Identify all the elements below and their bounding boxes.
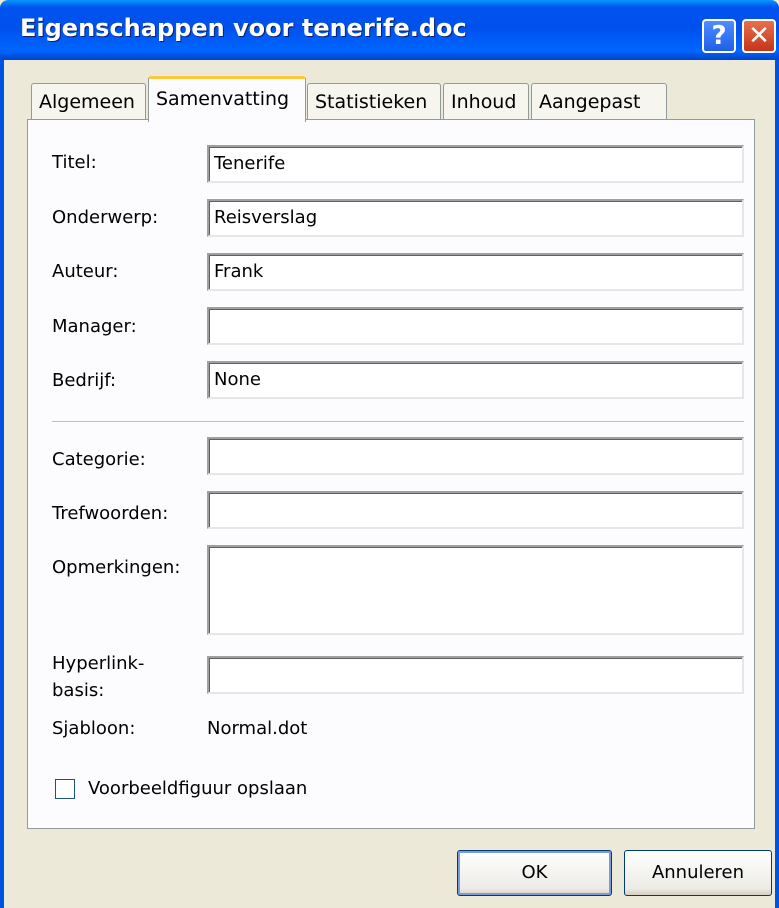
save-thumbnail-checkbox[interactable]	[55, 779, 75, 799]
window-title: Eigenschappen voor tenerife.doc	[20, 14, 467, 42]
comments-textarea[interactable]	[207, 545, 744, 635]
ok-button[interactable]: OK	[457, 850, 612, 896]
properties-dialog: Eigenschappen voor tenerife.doc ? ✕ Alge…	[0, 0, 779, 908]
hyperlink-base-label-line1: Hyperlink-	[52, 653, 145, 674]
keywords-label: Trefwoorden:	[52, 503, 169, 524]
subject-field[interactable]: Reisverslag	[207, 199, 744, 237]
keywords-field[interactable]	[207, 491, 744, 529]
tab-inhoud[interactable]: Inhoud	[443, 83, 529, 119]
tab-algemeen[interactable]: Algemeen	[31, 83, 146, 119]
title-field[interactable]: Tenerife	[207, 145, 744, 183]
title-label: Titel:	[52, 152, 97, 173]
window-frame-left	[0, 60, 4, 908]
save-thumbnail-label[interactable]: Voorbeeldfiguur opslaan	[88, 778, 307, 799]
close-icon: ✕	[748, 21, 770, 51]
template-value: Normal.dot	[207, 718, 308, 739]
company-field[interactable]: None	[207, 361, 744, 399]
company-label: Bedrijf:	[52, 370, 117, 391]
cancel-button[interactable]: Annuleren	[624, 850, 772, 896]
hyperlink-base-label-line2: basis:	[52, 680, 105, 701]
tab-label: Statistieken	[315, 91, 428, 113]
manager-label: Manager:	[52, 316, 137, 337]
hyperlink-base-field[interactable]	[207, 656, 744, 694]
tab-label: Inhoud	[451, 91, 517, 113]
manager-field[interactable]	[207, 307, 744, 345]
author-field[interactable]: Frank	[207, 253, 744, 291]
comments-label: Opmerkingen:	[52, 557, 181, 578]
section-divider	[52, 421, 744, 423]
subject-label: Onderwerp:	[52, 207, 159, 228]
help-icon: ?	[711, 21, 727, 51]
template-label: Sjabloon:	[52, 718, 136, 739]
category-label: Categorie:	[52, 449, 146, 470]
tab-label: Aangepast	[539, 91, 641, 113]
help-button[interactable]: ?	[702, 19, 736, 53]
tab-label: Algemeen	[39, 91, 135, 113]
close-button[interactable]: ✕	[742, 19, 776, 53]
tab-statistieken[interactable]: Statistieken	[307, 83, 441, 119]
title-bar[interactable]: Eigenschappen voor tenerife.doc ? ✕	[0, 0, 779, 60]
tab-aangepast[interactable]: Aangepast	[531, 83, 667, 119]
tab-label: Samenvatting	[156, 88, 290, 110]
author-label: Auteur:	[52, 261, 119, 282]
category-field[interactable]	[207, 437, 744, 475]
tab-samenvatting[interactable]: Samenvatting	[148, 76, 306, 122]
window-frame-right	[775, 60, 779, 908]
